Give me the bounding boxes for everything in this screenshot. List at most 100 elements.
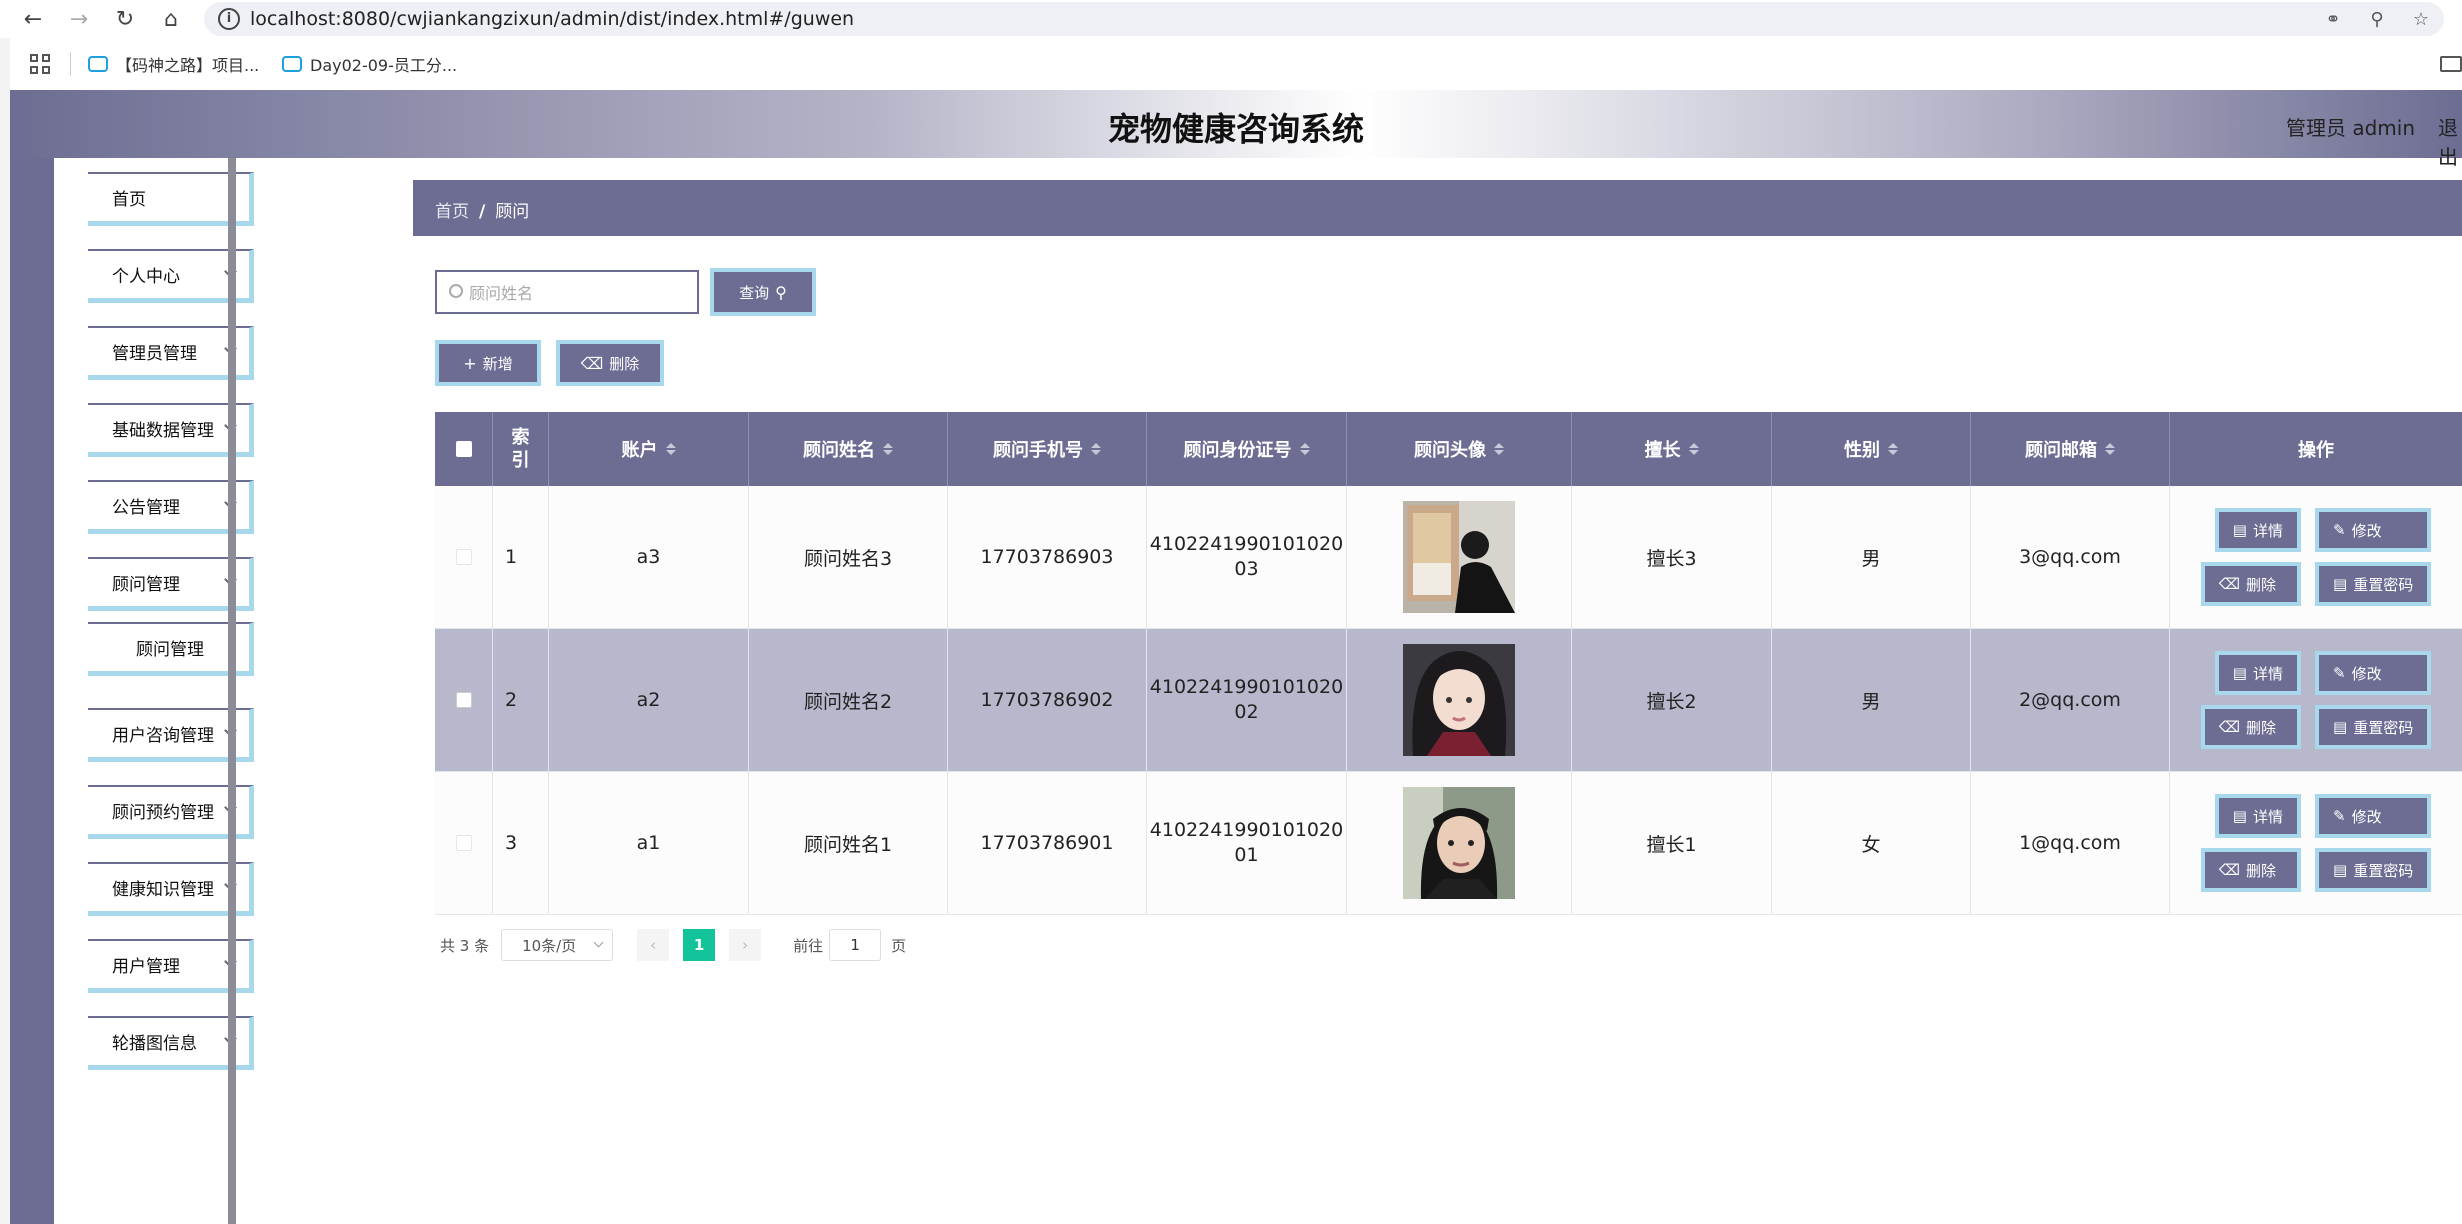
- page-size-select[interactable]: 10条/页: [501, 929, 614, 961]
- chevron-down-icon: [593, 937, 604, 948]
- page-number-current[interactable]: 1: [683, 929, 716, 961]
- header-gender[interactable]: 性别: [1771, 412, 1970, 486]
- logout-link[interactable]: 退出: [2438, 112, 2462, 170]
- cell-index: 3: [492, 772, 548, 914]
- idcard-line: 01: [1234, 844, 1259, 866]
- header-label: 顾问邮箱: [2025, 440, 2097, 461]
- add-button[interactable]: + 新增: [435, 340, 541, 386]
- cell-idcard: 4102241990101020 03: [1146, 486, 1346, 628]
- sort-icon[interactable]: [665, 443, 676, 455]
- password-key-icon[interactable]: ⚭: [2320, 6, 2346, 32]
- detail-label: 详情: [2252, 807, 2283, 826]
- apps-grid-icon[interactable]: [30, 54, 50, 74]
- sort-icon[interactable]: [2105, 443, 2115, 455]
- delete-button[interactable]: ⌫ 删除: [2200, 705, 2301, 749]
- cell-idcard: 4102241990101020 01: [1146, 772, 1346, 914]
- breadcrumb-home[interactable]: 首页: [435, 202, 469, 222]
- sidebar-item-label: 顾问管理: [112, 575, 180, 595]
- reload-icon[interactable]: ↻: [110, 4, 140, 34]
- cell-actions: ▤ 详情 ✎ 修改 ⌫ 删除 ▤ 重置密码: [2169, 629, 2462, 771]
- row-checkbox[interactable]: [455, 835, 472, 851]
- site-info-icon[interactable]: i: [218, 8, 240, 30]
- search-field[interactable]: [435, 270, 699, 314]
- address-bar[interactable]: i localhost:8080/cwjiankangzixun/admin/d…: [204, 2, 2444, 36]
- next-page-button[interactable]: ›: [729, 929, 762, 961]
- detail-button[interactable]: ▤ 详情: [2214, 508, 2301, 552]
- header-account[interactable]: 账户: [548, 412, 748, 486]
- cell-account: a3: [548, 486, 748, 628]
- sort-icon[interactable]: [1299, 443, 1310, 455]
- bookmark-star-icon[interactable]: ☆: [2408, 6, 2434, 32]
- header-skill[interactable]: 擅长: [1571, 412, 1771, 486]
- consultant-avatar[interactable]: [1403, 644, 1515, 756]
- row-select[interactable]: [435, 486, 492, 628]
- delete-button[interactable]: ⌫ 删除: [2200, 562, 2301, 606]
- bookmark-item[interactable]: Day02-09-员工分...: [282, 52, 457, 76]
- document-icon: ▤: [2232, 521, 2247, 539]
- detail-button[interactable]: ▤ 详情: [2214, 651, 2301, 695]
- row-checkbox[interactable]: [455, 692, 472, 708]
- cell-email: 2@qq.com: [1970, 629, 2169, 771]
- browser-toolbar: ← → ↻ ⌂ i localhost:8080/cwjiankangzixun…: [0, 0, 2462, 38]
- row-select[interactable]: [435, 629, 492, 771]
- reset-password-button[interactable]: ▤ 重置密码: [2315, 705, 2432, 749]
- row-checkbox[interactable]: [455, 549, 472, 565]
- zoom-icon[interactable]: ⚲: [2364, 6, 2390, 32]
- sort-icon[interactable]: [1888, 443, 1898, 455]
- table-row[interactable]: 1 a3 顾问姓名3 17703786903 4102241990101020 0…: [435, 486, 2462, 629]
- batch-delete-button[interactable]: ⌫ 删除: [556, 340, 664, 386]
- consultant-avatar[interactable]: [1403, 501, 1515, 613]
- app-header: 宠物健康咨询系统 管理员 admin 退出: [10, 90, 2462, 169]
- search-input[interactable]: [469, 280, 689, 306]
- bookmark-label: Day02-09-员工分...: [310, 56, 458, 75]
- pagination-total: 共 3 条: [440, 936, 490, 955]
- table-row[interactable]: 3 a1 顾问姓名1 17703786901 4102241990101020 0…: [435, 772, 2462, 915]
- sort-icon[interactable]: [883, 443, 893, 455]
- detail-button[interactable]: ▤ 详情: [2214, 794, 2301, 838]
- edit-button[interactable]: ✎ 修改: [2315, 794, 2432, 838]
- table-header: 索引 账户 顾问姓名 顾问手机号 顾问身份证号 顾问头像 擅长 性别 顾问邮箱 …: [435, 412, 2462, 486]
- forward-icon[interactable]: →: [64, 4, 94, 34]
- header-avatar[interactable]: 顾问头像: [1346, 412, 1571, 486]
- sort-icon[interactable]: [1494, 443, 1504, 455]
- sidebar-item-label: 基础数据管理: [112, 421, 214, 441]
- header-select-all[interactable]: [435, 412, 492, 486]
- edit-button[interactable]: ✎ 修改: [2315, 651, 2432, 695]
- folder-icon[interactable]: [2440, 56, 2462, 72]
- header-phone[interactable]: 顾问手机号: [947, 412, 1146, 486]
- sort-icon[interactable]: [1091, 443, 1101, 455]
- reset-password-button[interactable]: ▤ 重置密码: [2315, 562, 2432, 606]
- select-all-checkbox[interactable]: [455, 441, 472, 457]
- back-icon[interactable]: ←: [18, 4, 48, 34]
- sidebar-scrollbar[interactable]: [228, 158, 236, 1224]
- cell-phone: 17703786903: [947, 486, 1146, 628]
- goto-page-input[interactable]: [829, 929, 882, 961]
- row-select[interactable]: [435, 772, 492, 914]
- pagination: 共 3 条 10条/页 ‹ 1 › 前往 页: [440, 928, 906, 962]
- header-idcard[interactable]: 顾问身份证号: [1146, 412, 1346, 486]
- header-name[interactable]: 顾问姓名: [748, 412, 947, 486]
- edit-label: 修改: [2351, 807, 2382, 826]
- search-icon: [449, 284, 463, 298]
- goto-prefix: 前往: [793, 936, 824, 955]
- sort-icon[interactable]: [1688, 443, 1699, 455]
- bilibili-icon: [282, 56, 302, 72]
- reset-password-button[interactable]: ▤ 重置密码: [2315, 848, 2432, 892]
- prev-page-button[interactable]: ‹: [637, 929, 670, 961]
- cell-phone: 17703786902: [947, 629, 1146, 771]
- sidebar-item-label: 用户管理: [112, 957, 180, 977]
- sidebar-background: [10, 158, 54, 1224]
- pencil-icon: ✎: [2333, 807, 2346, 825]
- cell-avatar: [1346, 772, 1571, 914]
- header-email[interactable]: 顾问邮箱: [1970, 412, 2169, 486]
- table-row[interactable]: 2 a2 顾问姓名2 17703786902 4102241990101020 0…: [435, 629, 2462, 772]
- consultant-avatar[interactable]: [1403, 787, 1515, 899]
- address-url[interactable]: localhost:8080/cwjiankangzixun/admin/dis…: [250, 8, 854, 30]
- home-icon[interactable]: ⌂: [156, 4, 186, 34]
- delete-button[interactable]: ⌫ 删除: [2200, 848, 2301, 892]
- bookmark-item[interactable]: 【码神之路】项目...: [88, 52, 259, 76]
- cell-name: 顾问姓名3: [748, 486, 947, 628]
- query-button[interactable]: 查询 ⚲: [710, 268, 816, 316]
- delete-label: 删除: [2246, 718, 2277, 737]
- edit-button[interactable]: ✎ 修改: [2315, 508, 2432, 552]
